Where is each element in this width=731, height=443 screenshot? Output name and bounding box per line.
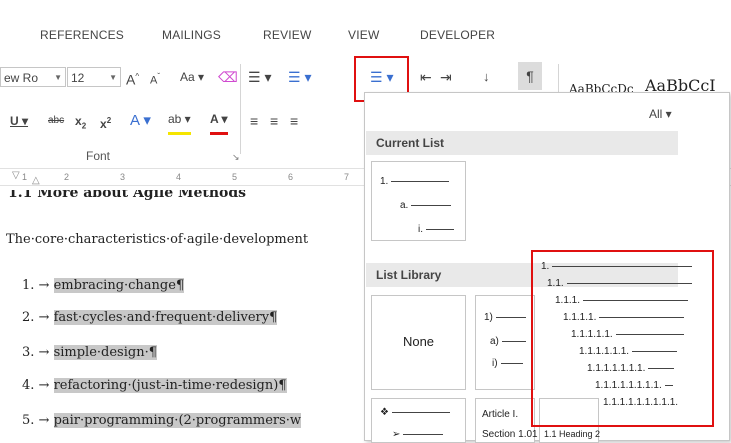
- list-option-none[interactable]: None: [371, 295, 466, 390]
- list-option-bullets[interactable]: ❖ ➢: [371, 398, 466, 443]
- strikethrough-icon[interactable]: abc: [48, 110, 64, 132]
- filter-label: All: [649, 107, 663, 121]
- font-size-value: 12: [71, 71, 85, 85]
- grow-font-icon[interactable]: A^: [126, 66, 139, 88]
- list-text: embracing·change¶: [53, 278, 185, 293]
- shrink-font-icon[interactable]: Aˇ: [150, 66, 160, 88]
- ruler-hanging-marker-icon[interactable]: △: [32, 175, 40, 186]
- list-option-parenthesis[interactable]: 1) a) i): [475, 295, 535, 390]
- change-case-button[interactable]: Aa ▾: [180, 66, 204, 88]
- level-label: i.: [418, 224, 423, 235]
- none-label: None: [402, 334, 435, 349]
- filter-all-dropdown[interactable]: All ▾: [649, 107, 672, 121]
- superscript-icon[interactable]: x2: [100, 110, 111, 132]
- tab-mailings[interactable]: MAILINGS: [162, 28, 221, 42]
- ruler-tick: 3: [120, 172, 126, 182]
- level-label: a.: [400, 200, 409, 211]
- increase-indent-icon[interactable]: ⇥: [440, 66, 452, 88]
- list-number: 1.: [22, 278, 35, 293]
- list-item[interactable]: 1. → embracing·change¶: [22, 276, 185, 296]
- level-label: a): [490, 336, 499, 347]
- align-left-icon[interactable]: ≡: [250, 110, 258, 132]
- list-text: refactoring·(just-in-time·redesign)¶: [53, 378, 287, 393]
- level-label: 1.: [380, 176, 389, 187]
- group-label-font: Font: [86, 149, 111, 163]
- ruler-tick: 2: [64, 172, 70, 182]
- level-label: i): [492, 358, 498, 369]
- numbering-icon[interactable]: ☰ ▾: [288, 66, 311, 88]
- level-label: 1): [484, 312, 493, 323]
- list-number: 2.: [22, 310, 35, 325]
- list-option-article[interactable]: Article I. Section 1.01: [475, 398, 538, 443]
- list-number: 3.: [22, 345, 35, 360]
- legal-list-highlight: [531, 250, 714, 427]
- ruler-indent-marker-icon[interactable]: ▽: [12, 170, 20, 181]
- ruler-tick: 5: [232, 172, 238, 182]
- ruler-tick: 4: [176, 172, 182, 182]
- list-number: 5.: [22, 413, 35, 428]
- decrease-indent-icon[interactable]: ⇤: [420, 66, 432, 88]
- ruler-tick: 6: [288, 172, 294, 182]
- list-text: simple·design·¶: [53, 345, 157, 360]
- level-label: Section 1.01: [482, 429, 538, 440]
- subscript-icon[interactable]: x2: [75, 110, 86, 132]
- diamond-bullet-icon: ❖: [380, 407, 389, 418]
- list-item[interactable]: 4. → refactoring·(just-in-time·redesign)…: [22, 376, 287, 396]
- tab-developer[interactable]: DEVELOPER: [420, 28, 495, 42]
- chevron-down-icon: ▼: [54, 73, 62, 82]
- sort-icon[interactable]: ↓: [483, 66, 490, 88]
- section-heading: 1.1 More about Agile Methods: [8, 190, 247, 201]
- current-list-header: Current List: [366, 131, 678, 155]
- intro-paragraph: The·core·characteristics·of·agile·develo…: [6, 232, 309, 247]
- font-name-combo[interactable]: ew Ro ▼: [0, 67, 66, 87]
- show-formatting-icon[interactable]: ¶: [518, 62, 542, 90]
- font-size-combo[interactable]: 12 ▼: [67, 67, 121, 87]
- change-case-label: Aa: [180, 70, 195, 84]
- text-effects-icon[interactable]: A ▾: [130, 110, 151, 132]
- list-item[interactable]: 5. → pair·programming·(2·programmers·w: [22, 411, 302, 431]
- list-text: fast·cycles·and·frequent·delivery¶: [53, 310, 278, 325]
- highlight-icon[interactable]: ab ▾: [168, 110, 191, 135]
- ruler-tick: 1: [22, 172, 28, 182]
- underline-icon[interactable]: U ▾: [10, 110, 28, 132]
- ruler-tick: 7: [344, 172, 350, 182]
- group-separator: [240, 64, 241, 154]
- ribbon-tab-bar: REFERENCES MAILINGS REVIEW VIEW DEVELOPE…: [0, 0, 731, 48]
- dialog-launcher-icon[interactable]: ↘: [232, 152, 240, 163]
- list-number: 4.: [22, 378, 35, 393]
- font-color-icon[interactable]: A ▾: [210, 110, 228, 135]
- clear-format-icon[interactable]: ⌫: [218, 66, 238, 88]
- tab-references[interactable]: REFERENCES: [40, 28, 124, 42]
- arrow-bullet-icon: ➢: [392, 429, 401, 440]
- font-name-value: ew Ro: [4, 71, 39, 85]
- list-text: pair·programming·(2·programmers·w: [53, 413, 302, 428]
- chevron-down-icon: ▼: [109, 73, 117, 82]
- current-list-option[interactable]: 1. a. i.: [371, 161, 466, 241]
- list-item[interactable]: 3. → simple·design·¶: [22, 343, 157, 363]
- tab-review[interactable]: REVIEW: [263, 28, 312, 42]
- tab-view[interactable]: VIEW: [348, 28, 379, 42]
- level-label: 1.1 Heading 2: [544, 429, 601, 439]
- align-center-icon[interactable]: ≡: [270, 110, 278, 132]
- align-right-icon[interactable]: ≡: [290, 110, 298, 132]
- bullets-icon[interactable]: ☰ ▾: [248, 66, 271, 88]
- level-label: Article I.: [482, 409, 519, 420]
- list-item[interactable]: 2. → fast·cycles·and·frequent·delivery¶: [22, 308, 278, 328]
